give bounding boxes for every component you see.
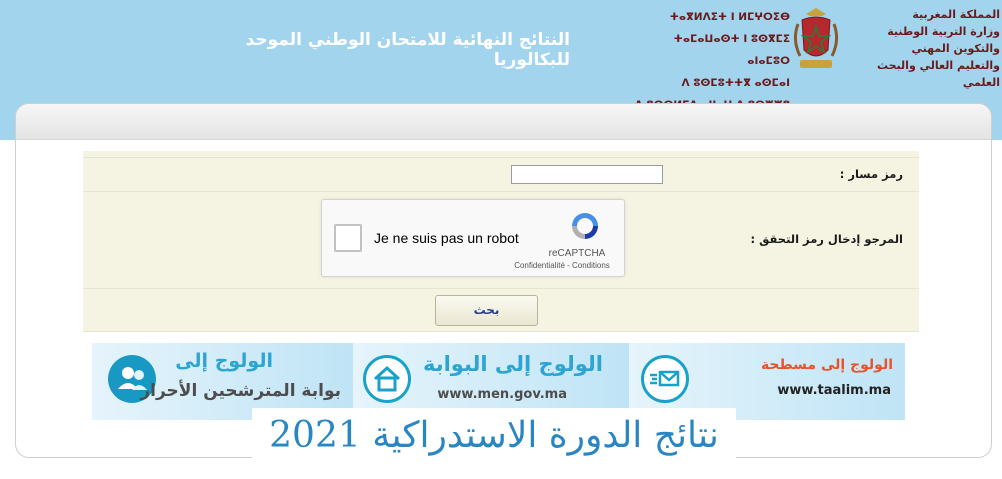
search-button[interactable]: بحث [435,295,538,326]
banner-1-line2: بوابة المترشحين الأحرار [140,381,341,401]
coat-of-arms-icon [793,8,839,68]
results-form: رمز مسار : Je ne suis pas un robot reCAP… [83,151,919,332]
ministry-ar-line: والتكوين المهني [911,42,1000,55]
banner-2-line2: www.men.gov.ma [437,387,567,402]
ministry-ar-line: والتعليم العالي والبحث العلمي [876,59,1000,89]
ministry-tif-line: ⴷ ⵓⵙⵎⵓⵜⵜⴳ ⴰⵙⵎⴰⵏ [681,77,790,89]
ministry-tif-line: ⵜⴰⴳⵍⴷⵉⵜ ⵏ ⵍⵎⵖⵔⵉⴱ [669,11,790,23]
session-title: نتائج الدورة الاستدراكية 2021 [252,408,736,464]
captcha-label: المرجو إدخال رمز التحقق : [750,232,903,246]
ministry-ar-line: وزارة التربية الوطنية [887,25,1000,38]
page-title: النتائج النهائية للامتحان الوطني الموحد … [245,30,570,70]
card-top-bar [16,104,991,140]
home-icon [363,355,411,403]
mail-icon [641,355,689,403]
ministry-tif-line: ⵜⴰⵎⴰⵡⴰⵙⵜ ⵏ ⵓⵙⴳⵎⵉ ⴰⵏⴰⵎⵓⵔ [673,33,790,67]
recaptcha-logo-icon [572,213,598,239]
captcha-row: Je ne suis pas un robot reCAPTCHA Confid… [83,193,919,289]
massar-code-input[interactable] [511,165,663,184]
recaptcha-checkbox[interactable] [334,224,362,252]
recaptcha-links[interactable]: Confidentialité - Conditions [502,261,622,270]
massar-label: رمز مسار : [839,167,903,181]
banner-1-line1: الولوج إلى [175,350,273,372]
page: النتائج النهائية للامتحان الوطني الموحد … [0,0,1002,479]
banner-3-line1: الولوج إلى مسطحة [760,357,893,373]
banner-3-line2: www.taalim.ma [777,383,891,398]
massar-row: رمز مسار : [83,157,919,192]
ministry-name-arabic: المملكة المغربية وزارة التربية الوطنية و… [840,6,1000,91]
recaptcha-label: Je ne suis pas un robot [374,230,519,246]
ministry-ar-line: المملكة المغربية [912,8,1000,21]
banner-2-line1: الولوج إلى البوابة [422,352,603,376]
submit-row: بحث [83,290,919,332]
recaptcha-brand: reCAPTCHA [548,248,606,259]
results-card: رمز مسار : Je ne suis pas un robot reCAP… [15,103,992,458]
recaptcha-widget: Je ne suis pas un robot reCAPTCHA Confid… [321,199,625,277]
